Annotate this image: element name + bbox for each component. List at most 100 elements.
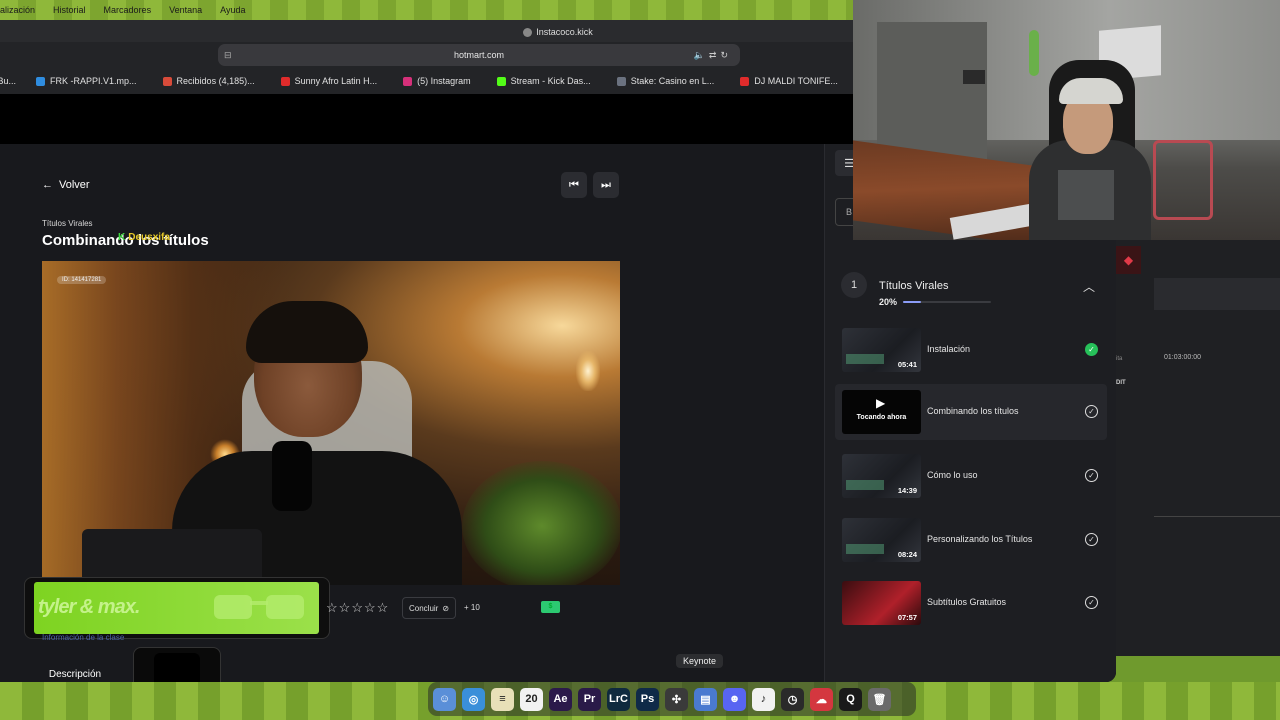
dock-notes-icon[interactable]: ≡: [491, 687, 514, 711]
bookmark-item[interactable]: Stream - Kick Das...: [496, 76, 591, 86]
stake-icon: [616, 76, 626, 86]
bookmark-item[interactable]: (5) Instagram: [403, 76, 471, 86]
translate-icon[interactable]: ⇄: [709, 50, 721, 60]
kick-icon: K: [118, 232, 126, 243]
video-plant: [462, 461, 620, 585]
bookmark-label: FRK -RAPPI.V1.mp...: [50, 76, 137, 86]
star-icon[interactable]: ☆: [339, 600, 352, 615]
video-id-tag: ID: 141417281: [57, 276, 107, 284]
check-circle-icon[interactable]: ✓: [1085, 469, 1098, 482]
drive-icon: [36, 76, 46, 86]
lesson-item[interactable]: 14:39 Cómo lo uso ✓: [835, 448, 1107, 504]
address-bar-actions: 🔈⇄↻: [694, 44, 732, 66]
lesson-item[interactable]: 07:57 Subtítulos Gratuitos ✓: [835, 575, 1107, 631]
app-logo-icon: ◆: [1116, 246, 1141, 274]
dock-premiere-icon[interactable]: Pr: [578, 687, 601, 711]
chevron-up-icon[interactable]: ︿: [1083, 278, 1095, 295]
rating-stars[interactable]: ☆☆☆☆☆: [326, 600, 389, 616]
glasses-icon: [214, 595, 304, 619]
star-icon[interactable]: ☆: [351, 600, 364, 615]
dock-keynote-icon[interactable]: ▤: [694, 687, 717, 711]
video-presenter-hair: [246, 301, 368, 363]
bookmark-item[interactable]: FRK -RAPPI.V1.mp...: [36, 76, 137, 86]
lesson-item-active[interactable]: ▶ Tocando ahora Combinando los títulos ✓: [835, 384, 1107, 440]
dock-tooltip: Keynote: [676, 654, 724, 668]
dock-davinci-icon[interactable]: ✣: [665, 687, 688, 711]
video-microphone: [272, 441, 312, 511]
reload-icon[interactable]: ↻: [720, 50, 732, 60]
lesson-name: Combinando los títulos: [927, 406, 1019, 416]
complete-lesson-button[interactable]: Concluir ⊘: [402, 597, 457, 619]
menu-item-view[interactable]: alización: [0, 5, 35, 15]
menu-item-bookmarks[interactable]: Marcadores: [104, 5, 152, 15]
dock-lightroom-classic-icon[interactable]: LrC: [607, 687, 630, 711]
next-lesson-button[interactable]: ⏭: [593, 172, 619, 198]
bookmark-label: Sunny Afro Latin H...: [294, 76, 378, 86]
bookmark-item[interactable]: Recibidos (4,185)...: [162, 76, 255, 86]
bookmark-item[interactable]: Sunny Afro Latin H...: [280, 76, 378, 86]
star-icon[interactable]: ☆: [326, 600, 339, 615]
dock-creative-cloud-icon[interactable]: ☁: [810, 687, 833, 711]
lesson-navigation: ⏮ ⏭: [561, 172, 619, 198]
breadcrumb[interactable]: Títulos Virales: [42, 219, 93, 228]
arrow-left-icon: ←: [42, 179, 53, 191]
menu-bar: alización Historial Marcadores Ventana A…: [0, 0, 860, 20]
bookmark-item[interactable]: Stake: Casino en L...: [616, 76, 714, 86]
check-circle-icon[interactable]: ✓: [1085, 343, 1098, 356]
lesson-name: Personalizando los Títulos: [927, 534, 1033, 544]
tab-favicon-icon: [523, 28, 533, 38]
check-circle-icon: ⊘: [442, 603, 450, 613]
check-circle-icon[interactable]: ✓: [1085, 533, 1098, 546]
lesson-info-link[interactable]: Información de la clase: [42, 633, 124, 642]
dock-safari-icon[interactable]: ◎: [462, 687, 485, 711]
dock-after-effects-icon[interactable]: Ae: [549, 687, 572, 711]
star-icon[interactable]: ☆: [364, 600, 377, 615]
dock-finder-icon[interactable]: ☺: [433, 687, 456, 711]
kick-icon: [496, 76, 506, 86]
address-bar[interactable]: ⊟ hotmart.com 🔈⇄↻: [218, 44, 740, 66]
editor-label: ita: [1116, 356, 1123, 362]
gmail-icon: [162, 76, 172, 86]
dock-music-icon[interactable]: ♪: [752, 687, 775, 711]
lesson-name: Instalación: [927, 344, 971, 354]
dock-quicktime-icon[interactable]: Q: [839, 687, 862, 711]
bookmark-label: Recibidos (4,185)...: [176, 76, 255, 86]
sponsor-banner: tyler & max.: [34, 582, 319, 634]
menu-item-history[interactable]: Historial: [53, 5, 86, 15]
check-circle-icon[interactable]: ✓: [1085, 596, 1098, 609]
dock-trash-icon[interactable]: 🗑: [868, 687, 891, 711]
webcam-red-chair: [1153, 140, 1213, 220]
dock-discord-icon[interactable]: ☻: [723, 687, 746, 711]
previous-lesson-button[interactable]: ⏮: [561, 172, 587, 198]
sponsor-banner-text: tyler & max.: [38, 596, 140, 618]
lesson-name: Subtítulos Gratuitos: [927, 597, 1007, 607]
audio-icon[interactable]: 🔈: [694, 50, 709, 60]
menu-item-help[interactable]: Ayuda: [220, 5, 245, 15]
sticker-text: Deusxifa: [128, 232, 170, 243]
lesson-item[interactable]: 08:24 Personalizando los Títulos ✓: [835, 512, 1107, 568]
lesson-name: Cómo lo uso: [927, 470, 978, 480]
lesson-duration: 07:57: [897, 613, 917, 622]
menu-item-window[interactable]: Ventana: [169, 5, 202, 15]
bookmark-item[interactable]: p Bu...: [0, 76, 16, 86]
dock-calendar-icon[interactable]: 20: [520, 687, 543, 711]
skip-back-icon: ⏮: [569, 178, 579, 191]
back-button[interactable]: ← Volver: [42, 179, 90, 191]
module-header[interactable]: 1 Títulos Virales 20% ︿: [841, 268, 1111, 312]
webcam-shirt-print: [1058, 170, 1114, 220]
bookmark-item[interactable]: DJ MALDI TONIFE...: [740, 76, 838, 86]
dock: ☺ ◎ ≡ 20 Ae Pr LrC Ps ✣ ▤ ☻ ♪ ◷ ☁ Q 🗑: [428, 682, 916, 716]
lesson-thumbnail: 05:41: [842, 328, 921, 372]
page-settings-icon[interactable]: ⊟: [224, 44, 232, 66]
bookmark-label: p Bu...: [0, 76, 17, 86]
check-circle-icon[interactable]: ✓: [1085, 405, 1098, 418]
tab-description[interactable]: Descripción: [42, 669, 108, 682]
dock-activity-icon[interactable]: ◷: [781, 687, 804, 711]
star-icon[interactable]: ☆: [377, 600, 390, 615]
lesson-item[interactable]: 05:41 Instalación ✓: [835, 322, 1107, 378]
money-icon: $: [541, 601, 560, 613]
address-url: hotmart.com: [453, 50, 504, 60]
now-playing-label: Tocando ahora: [856, 414, 907, 421]
video-player[interactable]: ID: 141417281: [42, 261, 620, 585]
dock-photoshop-icon[interactable]: Ps: [636, 687, 659, 711]
